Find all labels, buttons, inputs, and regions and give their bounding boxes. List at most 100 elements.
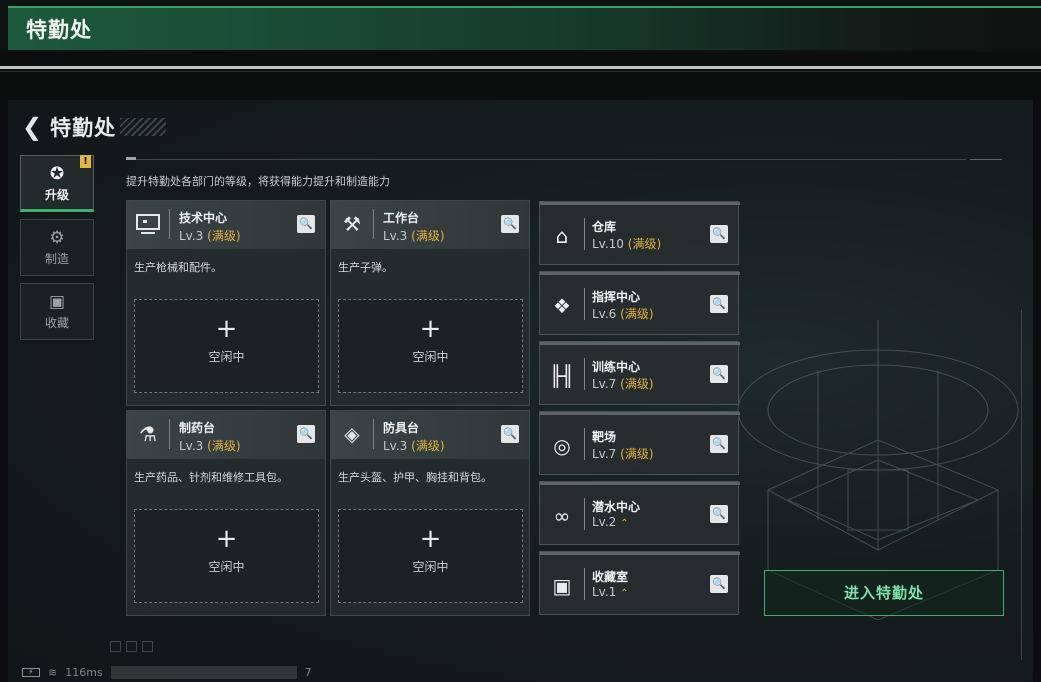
search-icon[interactable]: 🔍 <box>501 425 519 443</box>
facility-name: 收藏室 <box>592 570 629 584</box>
window-divider <box>0 52 1041 100</box>
card-top-edge <box>540 412 740 415</box>
department-level: Lv.3 (满级) <box>179 229 241 243</box>
battery-icon: ⚡ <box>22 668 40 677</box>
department-name: 防具台 <box>383 421 420 435</box>
chip-icon: ❖ <box>553 294 571 318</box>
facility-name: 指挥中心 <box>592 290 641 304</box>
department-name: 制药台 <box>179 421 216 435</box>
microscope-icon: ⚗ <box>139 422 157 446</box>
nav-item-label: 升级 <box>44 188 69 202</box>
facility-card-command[interactable]: ❖ 指挥中心 Lv.6 (满级) 🔍 <box>539 271 740 335</box>
production-slot[interactable]: + 空闲中 <box>338 509 523 603</box>
production-slot[interactable]: + 空闲中 <box>338 299 523 393</box>
back-arrow-icon: ❮ <box>22 113 43 141</box>
search-icon[interactable]: 🔍 <box>297 215 315 233</box>
divider-line-thin <box>0 71 1041 72</box>
production-slot[interactable]: + 空闲中 <box>134 509 319 603</box>
facility-card-diving[interactable]: ∞ 潜水中心 Lv.2 ⌃ 🔍 <box>539 481 740 545</box>
deco-square <box>110 641 121 652</box>
game-screen: ❮ 特勤处 ! ✪ 升级 ⚙ 制造 ▣ 收藏 提升特勤处各部门的等级，将获得能力… <box>8 100 1033 682</box>
search-icon[interactable]: 🔍 <box>710 365 728 383</box>
window-header: 特勤处 <box>0 0 1041 52</box>
department-description: 生产子弹。 <box>338 261 393 274</box>
nav-item-upgrade[interactable]: ! ✪ 升级 <box>20 155 94 212</box>
header-separator <box>584 428 585 460</box>
facility-name: 训练中心 <box>592 360 641 374</box>
card-header: ◈ 防具台 Lv.3 (满级) 🔍 <box>331 411 529 459</box>
department-level: Lv.3 (满级) <box>179 439 241 453</box>
window-title-bar <box>8 6 1041 50</box>
department-level: Lv.3 (满级) <box>383 439 445 453</box>
window-title: 特勤处 <box>26 18 92 42</box>
facility-level: Lv.1 ⌃ <box>592 585 629 599</box>
card-top-edge <box>540 342 740 345</box>
search-icon[interactable]: 🔍 <box>710 505 728 523</box>
header-separator <box>584 568 585 600</box>
card-top-edge <box>540 272 740 275</box>
page-title: 特勤处 <box>50 116 117 140</box>
search-icon[interactable]: 🔍 <box>710 225 728 243</box>
right-deco-line <box>1021 310 1022 660</box>
plus-icon: + <box>215 314 238 344</box>
card-top-edge <box>540 552 740 555</box>
header-separator <box>373 419 374 449</box>
search-icon[interactable]: 🔍 <box>501 215 519 233</box>
facility-card-training[interactable]: ╟╢ 训练中心 Lv.7 (满级) 🔍 <box>539 341 740 405</box>
facility-level: Lv.6 (满级) <box>592 307 654 321</box>
facility-name: 潜水中心 <box>592 500 641 514</box>
facility-level: Lv.7 (满级) <box>592 377 654 391</box>
upgrade-available-icon: ⌃ <box>620 518 629 529</box>
nav-item-label: 制造 <box>44 252 69 266</box>
top-rule-marker <box>126 157 136 160</box>
department-name: 技术中心 <box>179 211 228 225</box>
top-rule <box>126 159 966 160</box>
redacted-bar <box>110 666 297 679</box>
card-top-edge <box>540 202 740 205</box>
slot-status: 空闲中 <box>412 560 449 574</box>
target-icon: ◎ <box>553 434 571 458</box>
status-trailing: 7 <box>304 666 312 679</box>
nav-item-collection[interactable]: ▣ 收藏 <box>20 283 94 340</box>
nav-item-craft[interactable]: ⚙ 制造 <box>20 219 94 276</box>
status-bar: ⚡ ≋ 116ms 7 <box>22 666 312 679</box>
search-icon[interactable]: 🔍 <box>710 295 728 313</box>
card-top-edge <box>540 482 740 485</box>
header-separator <box>169 419 170 449</box>
department-card-armor: ◈ 防具台 Lv.3 (满级) 🔍 生产头盔、护甲、胸挂和背包。 + 空闲中 <box>330 410 530 616</box>
vault-icon: ▣ <box>552 574 572 598</box>
search-icon[interactable]: 🔍 <box>710 575 728 593</box>
plus-icon: + <box>215 524 238 554</box>
upgrade-available-icon: ⌃ <box>620 588 629 599</box>
facility-name: 靶场 <box>592 430 617 444</box>
deco-square <box>126 641 137 652</box>
department-card-pharmacy: ⚗ 制药台 Lv.3 (满级) 🔍 生产药品、针剂和维修工具包。 + 空闲中 <box>126 410 326 616</box>
facility-card-range[interactable]: ◎ 靶场 Lv.7 (满级) 🔍 <box>539 411 740 475</box>
search-icon[interactable]: 🔍 <box>297 425 315 443</box>
department-description: 生产头盔、护甲、胸挂和背包。 <box>338 471 492 484</box>
department-level: Lv.3 (满级) <box>383 229 445 243</box>
department-card-workbench: ⚒ 工作台 Lv.3 (满级) 🔍 生产子弹。 + 空闲中 <box>330 200 530 406</box>
production-slot[interactable]: + 空闲中 <box>134 299 319 393</box>
facility-card-warehouse[interactable]: ⌂ 仓库 Lv.10 (满级) 🔍 <box>539 201 740 265</box>
tools-icon: ⚒ <box>343 212 361 236</box>
facility-card-collection-room[interactable]: ▣ 收藏室 Lv.1 ⌃ 🔍 <box>539 551 740 615</box>
enter-facility-button[interactable]: 进入特勤处 <box>764 570 1004 616</box>
header-separator <box>584 498 585 530</box>
back-button[interactable]: ❮ 特勤处 <box>22 112 167 142</box>
facility-level: Lv.7 (满级) <box>592 447 654 461</box>
department-card-tech: 技术中心 Lv.3 (满级) 🔍 生产枪械和配件。 + 空闲中 <box>126 200 326 406</box>
top-rule-end <box>970 159 1002 160</box>
armor-icon: ◈ <box>344 422 360 446</box>
header-separator <box>584 358 585 390</box>
slot-status: 空闲中 <box>208 560 245 574</box>
facility-level: Lv.10 (满级) <box>592 237 662 251</box>
department-description: 生产枪械和配件。 <box>134 261 222 274</box>
facility-level: Lv.2 ⌃ <box>592 515 629 529</box>
alert-badge: ! <box>80 155 91 168</box>
department-description: 生产药品、针剂和维修工具包。 <box>134 471 288 484</box>
search-icon[interactable]: 🔍 <box>710 435 728 453</box>
title-stripes-decoration <box>120 118 167 136</box>
header-separator <box>584 218 585 250</box>
plus-icon: + <box>419 314 442 344</box>
